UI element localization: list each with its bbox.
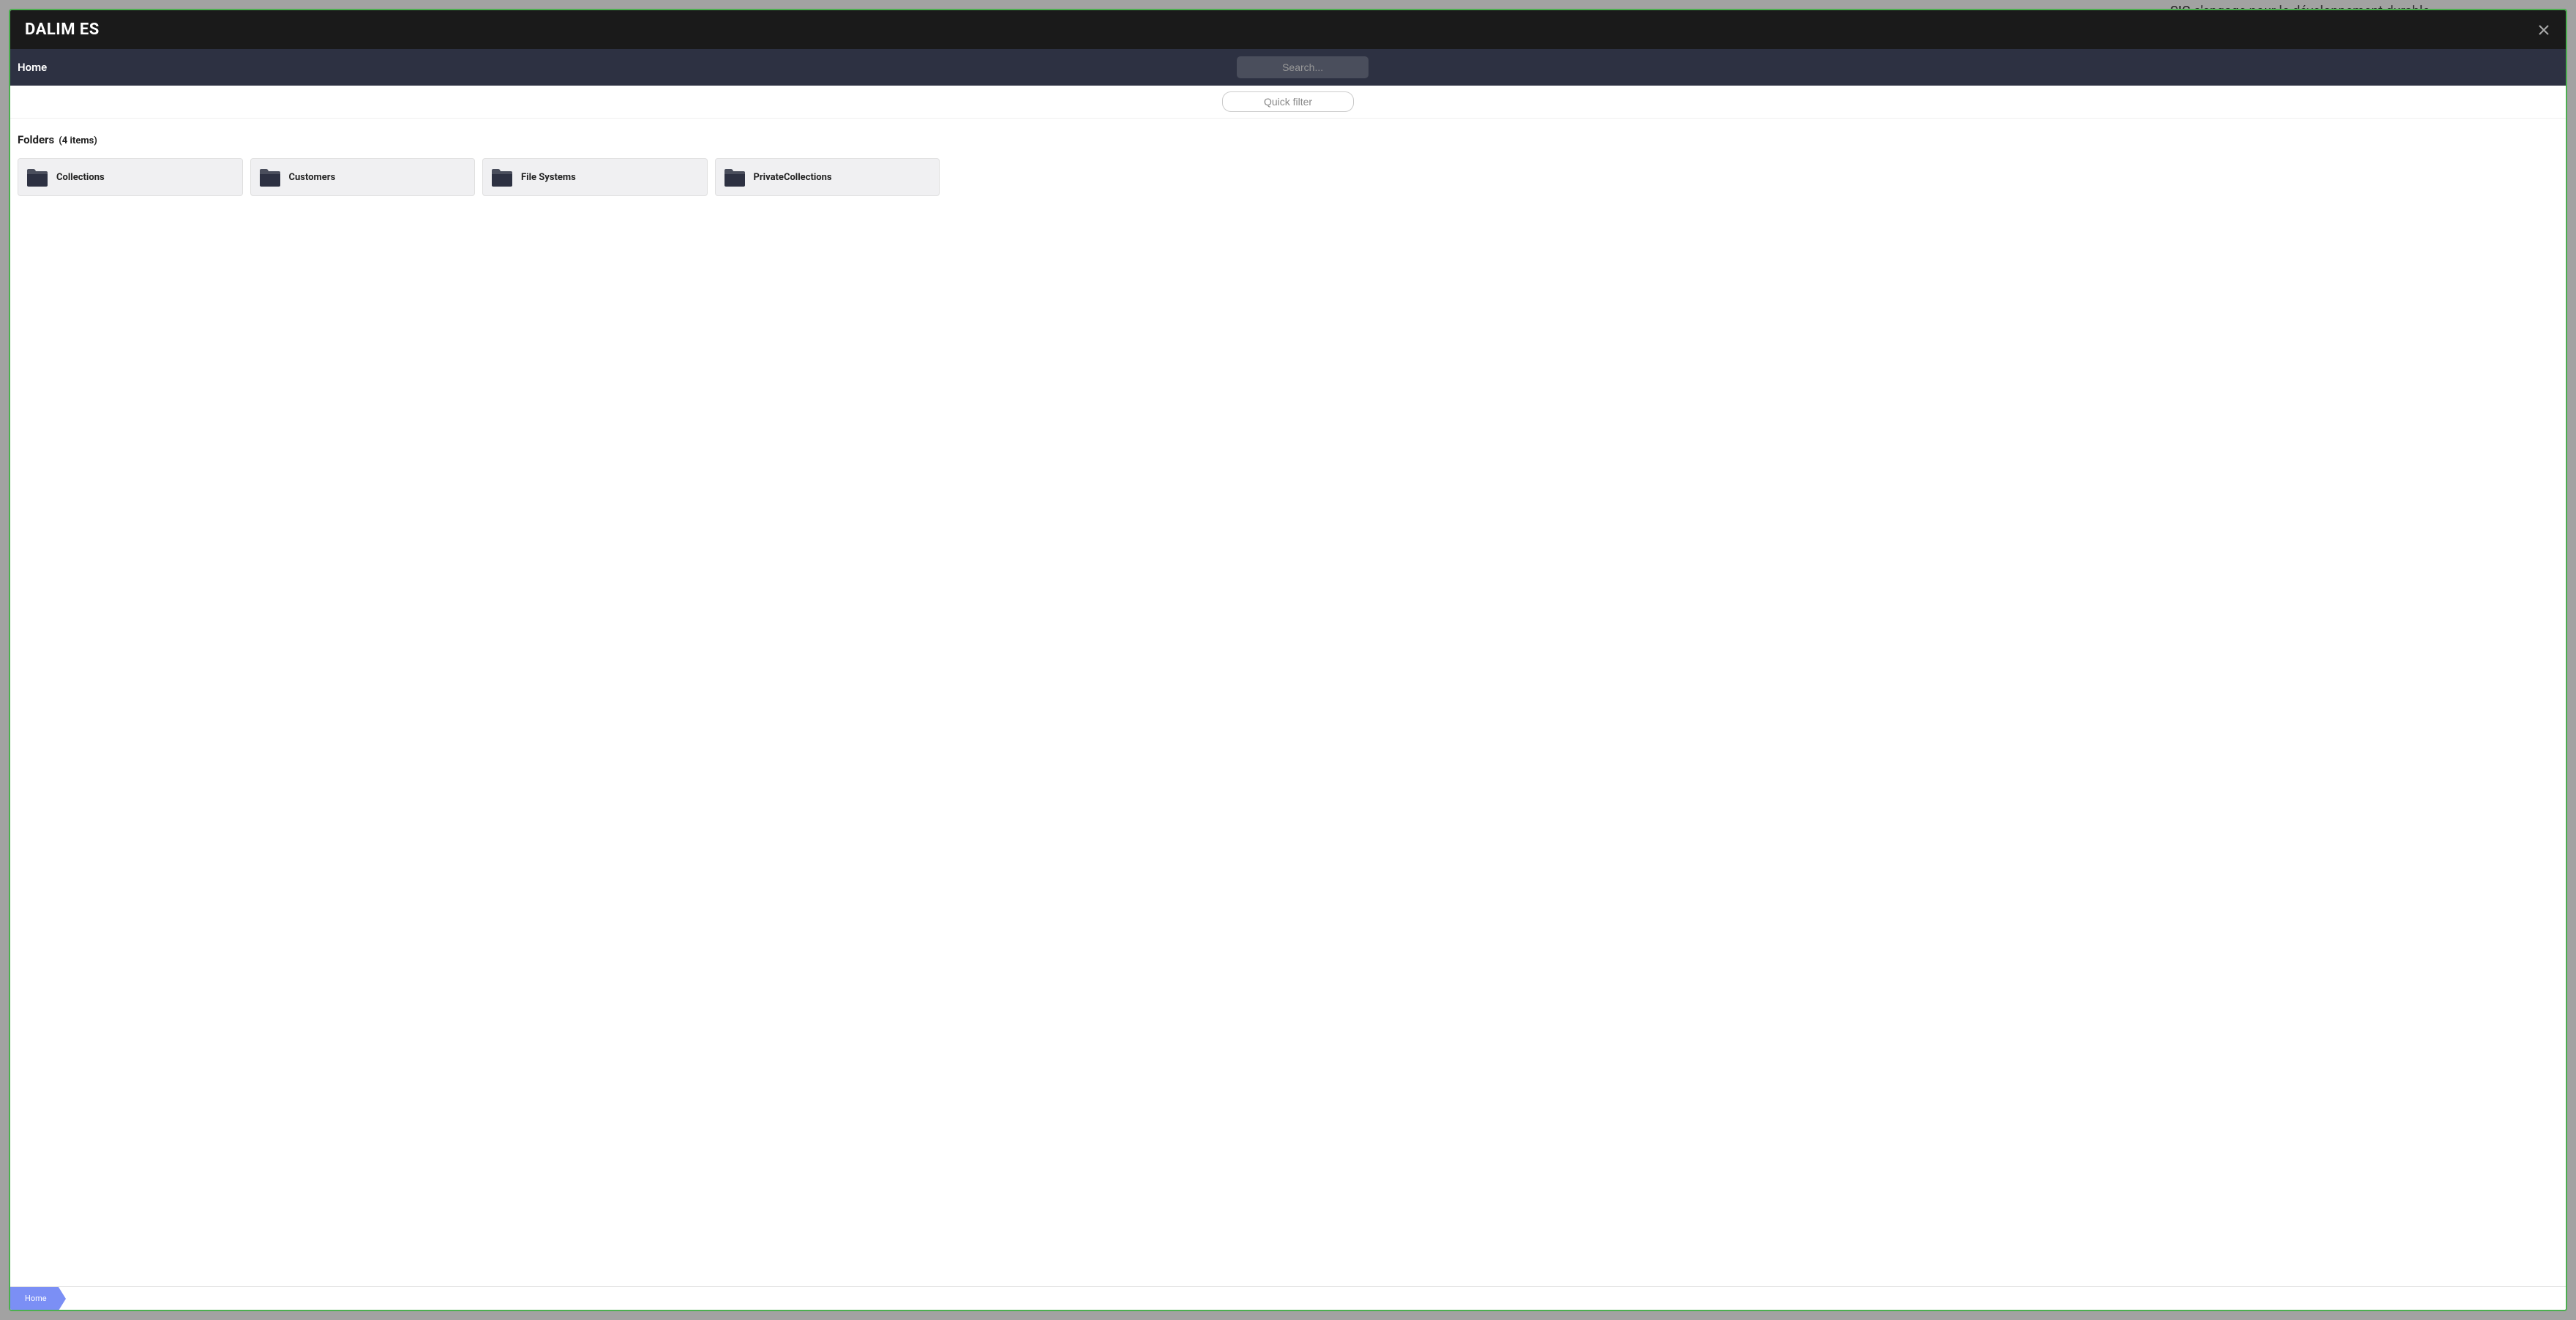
- breadcrumb-label: Home: [25, 1294, 47, 1303]
- folders-section-header: Folders (4 items): [18, 133, 2558, 146]
- folder-grid: Collections Customers File Systems: [18, 158, 940, 196]
- folder-private-collections[interactable]: PrivateCollections: [715, 158, 940, 196]
- folder-icon: [258, 168, 282, 187]
- breadcrumb-home[interactable]: Home: [10, 1287, 59, 1310]
- search-input[interactable]: [1237, 56, 1368, 78]
- nav-home-label[interactable]: Home: [18, 61, 47, 74]
- folder-customers[interactable]: Customers: [250, 158, 476, 196]
- folder-label: Collections: [56, 172, 105, 183]
- close-icon: [2539, 25, 2549, 35]
- folder-file-systems[interactable]: File Systems: [482, 158, 708, 196]
- folder-label: File Systems: [521, 172, 576, 183]
- breadcrumb-bar: Home: [10, 1286, 2566, 1310]
- app-title: DALIM ES: [25, 20, 100, 39]
- folder-label: PrivateCollections: [754, 172, 832, 183]
- folder-icon: [490, 168, 514, 187]
- quick-filter-input[interactable]: [1222, 91, 1354, 112]
- dalim-es-modal: DALIM ES Home Folders (4 items): [9, 9, 2567, 1311]
- filter-bar: [10, 86, 2566, 119]
- folder-label: Customers: [289, 172, 336, 183]
- close-button[interactable]: [2536, 23, 2551, 37]
- folder-icon: [26, 168, 49, 187]
- section-count: (4 items): [59, 135, 97, 146]
- folder-collections[interactable]: Collections: [18, 158, 243, 196]
- nav-bar: Home: [10, 49, 2566, 86]
- section-title: Folders: [18, 133, 54, 146]
- content-area: Folders (4 items) Collections Customers: [10, 119, 2566, 1286]
- title-bar: DALIM ES: [10, 10, 2566, 49]
- folder-icon: [723, 168, 746, 187]
